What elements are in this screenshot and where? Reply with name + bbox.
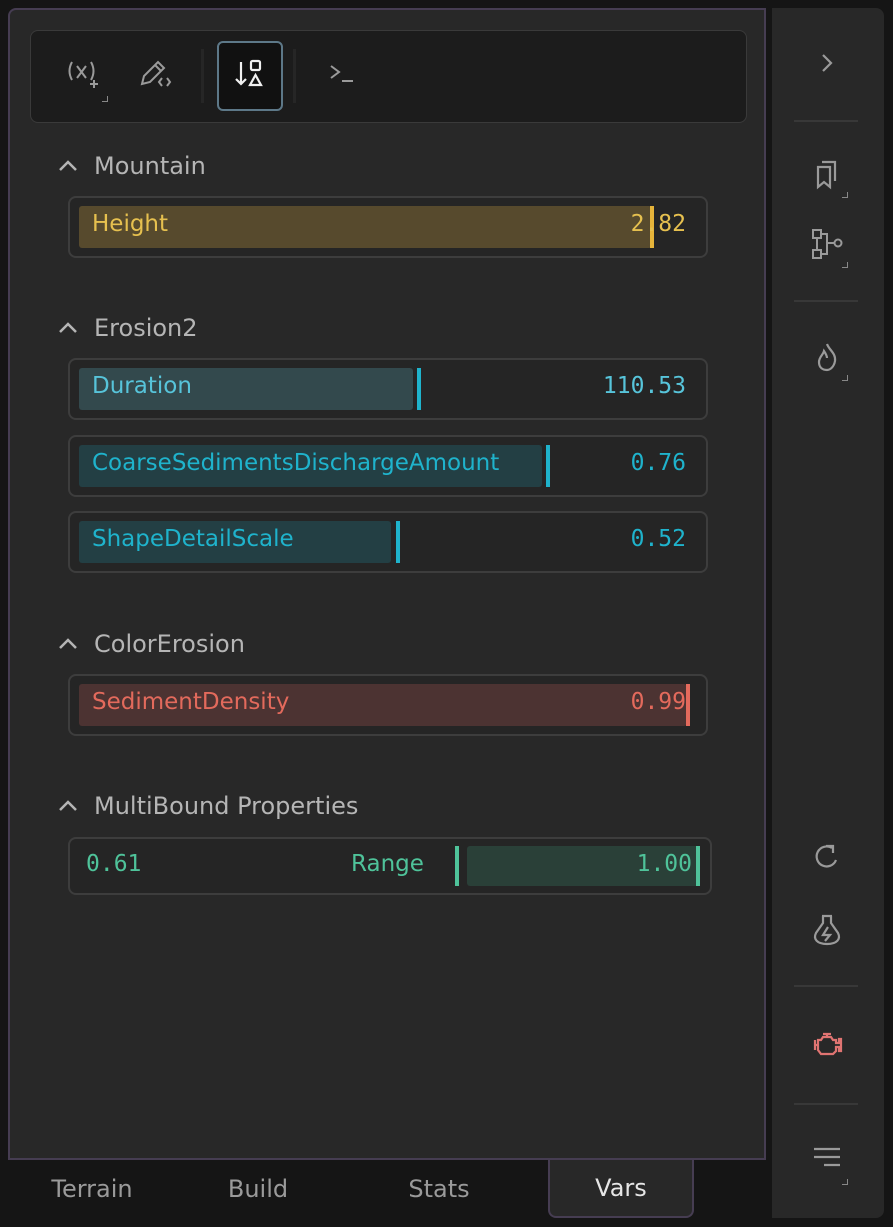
value-marker[interactable] [396, 521, 400, 563]
range-low-value[interactable]: 0.61 [86, 851, 141, 877]
flow-graph-button[interactable] [802, 221, 852, 271]
tab-build[interactable]: Build [198, 1160, 318, 1218]
field-value[interactable]: 0.99 [631, 689, 686, 715]
field-coarse-sediments-discharge-amount[interactable]: CoarseSedimentsDischargeAmount 0.76 [68, 435, 708, 497]
chevron-up-icon [56, 794, 80, 818]
flow-graph-icon [809, 226, 845, 266]
section-title: MultiBound Properties [94, 792, 359, 820]
tab-terrain[interactable]: Terrain [28, 1160, 156, 1218]
flask-icon [810, 912, 844, 952]
bookmarks-button[interactable] [802, 151, 852, 201]
panel-toolbar [30, 30, 747, 123]
field-label: Range [351, 851, 424, 877]
field-range[interactable]: 0.61 Range 1.00 [68, 837, 712, 895]
chevron-up-icon [56, 632, 80, 656]
sort-shapes-icon [232, 56, 268, 96]
section-title: Mountain [94, 152, 206, 180]
engine-icon [809, 1028, 845, 1064]
bottom-tab-bar: Terrain Build Stats Vars [8, 1160, 768, 1220]
field-value[interactable]: 0.52 [631, 526, 686, 552]
chevron-right-icon [814, 50, 840, 80]
value-marker[interactable] [417, 368, 421, 410]
tab-stats[interactable]: Stats [378, 1160, 500, 1218]
flame-button[interactable] [802, 334, 852, 384]
variable-add-button[interactable] [51, 41, 117, 111]
section-header-color-erosion[interactable]: ColorErosion [56, 630, 245, 658]
field-sediment-density[interactable]: SedimentDensity 0.99 [68, 674, 708, 736]
section-header-erosion2[interactable]: Erosion2 [56, 314, 198, 342]
redo-button[interactable] [802, 834, 852, 884]
field-shape-detail-scale[interactable]: ShapeDetailScale 0.52 [68, 511, 708, 573]
section-header-mountain[interactable]: Mountain [56, 152, 206, 180]
field-value[interactable]: 110.53 [603, 373, 686, 399]
edit-code-button[interactable] [121, 41, 187, 111]
collapse-sidebar-button[interactable] [802, 40, 852, 90]
variable-add-icon [64, 54, 104, 98]
field-label: Duration [92, 373, 192, 399]
section-header-multibound-properties[interactable]: MultiBound Properties [56, 792, 358, 820]
tab-vars[interactable]: Vars [548, 1160, 694, 1218]
value-marker[interactable] [686, 684, 690, 726]
menu-button[interactable] [802, 1135, 852, 1185]
terminal-button[interactable] [309, 41, 375, 111]
range-high-value[interactable]: 1.00 [637, 851, 692, 877]
range-high-handle[interactable] [696, 846, 700, 886]
field-height[interactable]: Height 2.82 [68, 196, 708, 258]
flask-button[interactable] [802, 907, 852, 957]
field-value[interactable]: 0.76 [631, 450, 686, 476]
right-sidebar [772, 8, 884, 1218]
field-label: SedimentDensity [92, 689, 290, 715]
range-low-handle[interactable] [455, 846, 459, 886]
value-marker[interactable] [546, 445, 550, 487]
chevron-up-icon [56, 154, 80, 178]
bookmarks-icon [810, 157, 844, 195]
engine-button[interactable] [802, 1021, 852, 1071]
sort-shapes-button[interactable] [217, 41, 283, 111]
section-title: ColorErosion [94, 630, 245, 658]
field-label: Height [92, 211, 169, 237]
field-value[interactable]: 2.82 [631, 211, 686, 237]
field-label: CoarseSedimentsDischargeAmount [92, 450, 500, 476]
redo-icon [810, 840, 844, 878]
variables-panel: Mountain Height 2.82 Erosion2 Duration 1… [8, 8, 766, 1160]
field-label: ShapeDetailScale [92, 526, 294, 552]
terminal-icon [325, 57, 359, 95]
chevron-up-icon [56, 316, 80, 340]
field-duration[interactable]: Duration 110.53 [68, 358, 708, 420]
flame-icon [811, 340, 843, 378]
edit-code-icon [134, 54, 174, 98]
section-title: Erosion2 [94, 314, 198, 342]
menu-lines-icon [810, 1143, 844, 1177]
